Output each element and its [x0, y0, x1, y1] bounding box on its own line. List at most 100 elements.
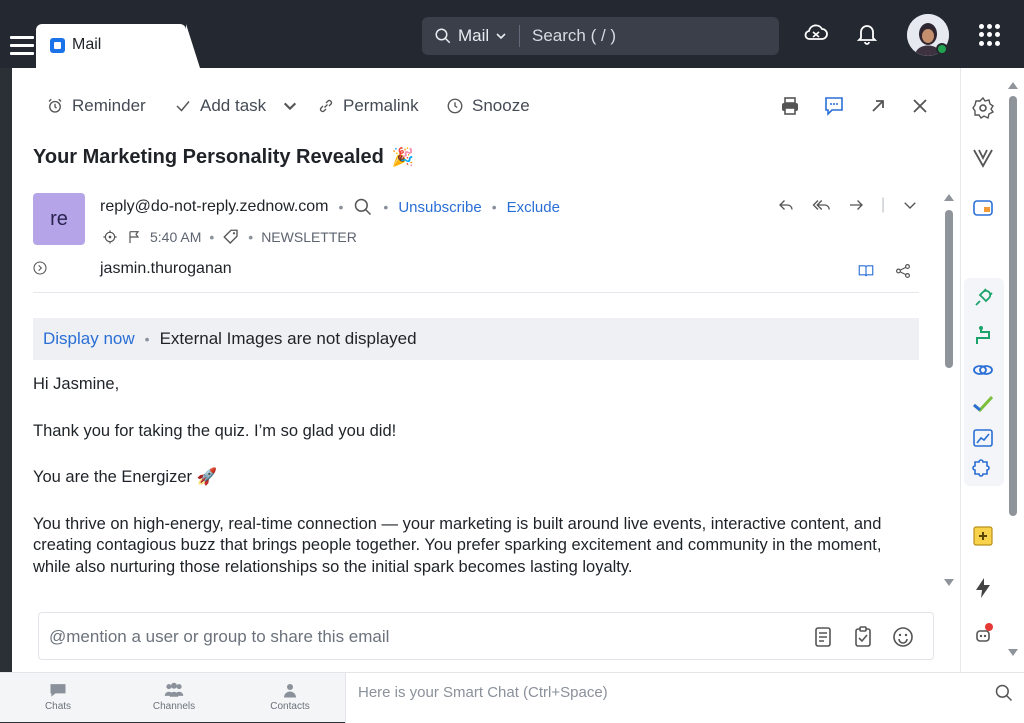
bottom-bar: Chats Channels Contacts Here is your Sma…	[0, 672, 1024, 723]
body-paragraph: You thrive on high-energy, real-time con…	[33, 514, 882, 576]
task-clipboard-icon[interactable]	[851, 625, 875, 649]
banner-message: External Images are not displayed	[159, 329, 417, 348]
smart-chat-input[interactable]: Here is your Smart Chat (Ctrl+Space)	[345, 673, 1024, 723]
person-icon	[284, 684, 296, 698]
reply-all-icon[interactable]	[811, 196, 831, 214]
party-popper-emoji: 🎉	[391, 147, 415, 167]
snooze-label: Snooze	[472, 96, 530, 115]
plug-icon[interactable]	[971, 286, 995, 310]
contacts-button[interactable]: Contacts	[250, 681, 330, 712]
separator-dot: •	[209, 229, 215, 245]
search-sender-icon[interactable]	[353, 197, 373, 217]
emoji-icon[interactable]	[891, 625, 915, 649]
channels-button[interactable]: Channels	[134, 681, 214, 712]
email-body: Hi Jasmine, Thank you for taking the qui…	[33, 374, 923, 603]
sender-address[interactable]: reply@do-not-reply.zednow.com	[100, 198, 329, 216]
bell-icon[interactable]	[854, 20, 880, 46]
scroll-thumb[interactable]	[945, 210, 953, 368]
task-check-icon[interactable]	[971, 392, 995, 416]
from-row: reply@do-not-reply.zednow.com • • Unsubs…	[100, 197, 560, 217]
scroll-down-icon[interactable]	[943, 578, 955, 588]
forward-icon[interactable]	[847, 196, 865, 214]
search-input[interactable]: Search ( / )	[532, 17, 616, 55]
email-scrollbar[interactable]	[942, 192, 956, 592]
email-subject: Your Marketing Personality Revealed 🎉	[33, 146, 414, 169]
separator-dot: •	[491, 199, 497, 215]
analytics-icon[interactable]	[971, 426, 995, 450]
rail-scroll-up-icon[interactable]	[1007, 80, 1019, 90]
unsubscribe-link[interactable]: Unsubscribe	[398, 199, 481, 216]
sticky-note-icon[interactable]	[971, 524, 995, 548]
separator-dot: •	[248, 229, 254, 245]
separator-dot: •	[144, 331, 150, 347]
recipient-name[interactable]: jasmin.thuroganan	[100, 260, 232, 278]
external-images-banner: Display now • External Images are not di…	[33, 318, 919, 360]
email-toolbar: Reminder Add task Permalink Snooze	[12, 88, 960, 124]
target-icon[interactable]	[102, 229, 118, 245]
expand-recipients-icon[interactable]	[32, 260, 48, 276]
add-task-button[interactable]: Add task	[174, 88, 266, 124]
mail-app-icon	[50, 38, 65, 53]
chat-bubble-icon	[50, 684, 66, 697]
puzzle-icon[interactable]	[971, 458, 995, 482]
tab-mail[interactable]: Mail	[36, 24, 200, 68]
reminder-label: Reminder	[72, 96, 146, 115]
comment-placeholder: @mention a user or group to share this e…	[49, 627, 390, 646]
bot-notification-icon[interactable]	[971, 622, 995, 646]
add-task-label: Add task	[200, 96, 267, 115]
chats-button[interactable]: Chats	[18, 681, 98, 712]
reminder-button[interactable]: Reminder	[46, 88, 146, 124]
popout-icon[interactable]	[866, 94, 890, 118]
link-icon	[319, 99, 333, 113]
flag-icon[interactable]	[126, 229, 142, 245]
separator-dot: •	[383, 199, 389, 215]
rail-scroll-down-icon[interactable]	[1007, 648, 1019, 658]
close-icon[interactable]	[908, 94, 932, 118]
search-bar[interactable]: Mail Search ( / )	[422, 17, 779, 55]
menu-icon[interactable]	[10, 36, 34, 58]
link-chain-icon[interactable]	[971, 358, 995, 382]
sender-avatar: re	[33, 193, 85, 245]
clock-icon	[447, 98, 463, 114]
inbox-widget-icon[interactable]	[971, 196, 995, 220]
permalink-button[interactable]: Permalink	[317, 88, 419, 124]
check-icon	[176, 101, 190, 112]
print-icon[interactable]	[778, 94, 802, 118]
lightning-icon[interactable]	[971, 576, 995, 600]
scroll-up-icon[interactable]	[943, 192, 955, 202]
search-scope-dropdown[interactable]: Mail	[434, 17, 507, 55]
search-divider	[519, 25, 520, 47]
group-icon	[164, 682, 184, 697]
workflow-icon[interactable]	[971, 324, 995, 348]
email-reader: Reminder Add task Permalink Snooze Your …	[12, 68, 960, 672]
settings-gear-icon[interactable]	[971, 96, 995, 120]
rail-scroll-thumb[interactable]	[1009, 96, 1017, 516]
header-divider	[33, 292, 919, 293]
comment-icon[interactable]	[822, 94, 846, 118]
online-status-badge	[936, 43, 948, 55]
rail-scrollbar[interactable]	[1007, 80, 1019, 660]
vertex-app-icon[interactable]	[971, 146, 995, 170]
contacts-label: Contacts	[270, 701, 310, 712]
tag-icon[interactable]	[222, 228, 240, 246]
body-greeting: Hi Jasmine,	[33, 375, 120, 393]
share-comment-input[interactable]: @mention a user or group to share this e…	[38, 612, 934, 660]
display-now-link[interactable]: Display now	[43, 329, 135, 349]
subject-text: Your Marketing Personality Revealed	[33, 146, 384, 168]
exclude-link[interactable]: Exclude	[507, 199, 560, 216]
cloud-sync-icon[interactable]	[803, 20, 829, 46]
reading-mode-icon[interactable]	[856, 262, 876, 280]
smart-chat-search-icon[interactable]	[994, 683, 1014, 703]
snooze-button[interactable]: Snooze	[446, 88, 530, 124]
add-task-dropdown-icon[interactable]	[282, 98, 298, 114]
search-icon	[435, 28, 451, 44]
body-paragraph: You are the Energizer 🚀	[33, 468, 218, 486]
tab-label: Mail	[72, 36, 102, 53]
label-badge[interactable]: NEWSLETTER	[261, 229, 357, 245]
share-icon[interactable]	[894, 262, 912, 280]
reply-icon[interactable]	[777, 196, 795, 214]
received-time: 5:40 AM	[150, 229, 202, 245]
more-actions-chevron-icon[interactable]	[901, 196, 919, 214]
notes-icon[interactable]	[811, 625, 835, 649]
app-grid-icon[interactable]	[979, 24, 1001, 46]
